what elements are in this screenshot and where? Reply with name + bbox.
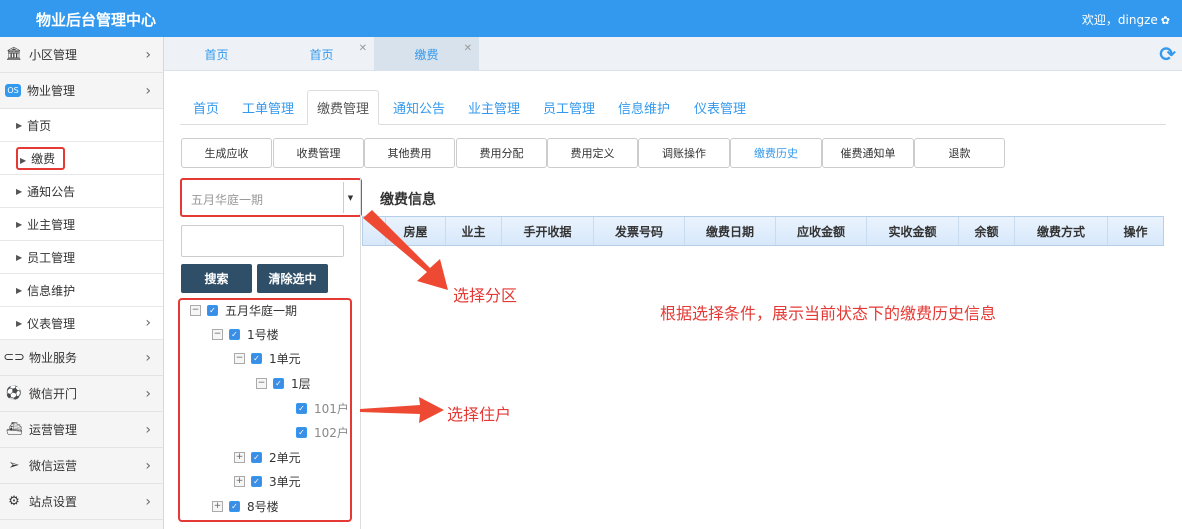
arrow-to-tree xyxy=(360,397,444,423)
arrow-to-area-select xyxy=(363,210,448,290)
annotation-arrows xyxy=(360,210,448,423)
